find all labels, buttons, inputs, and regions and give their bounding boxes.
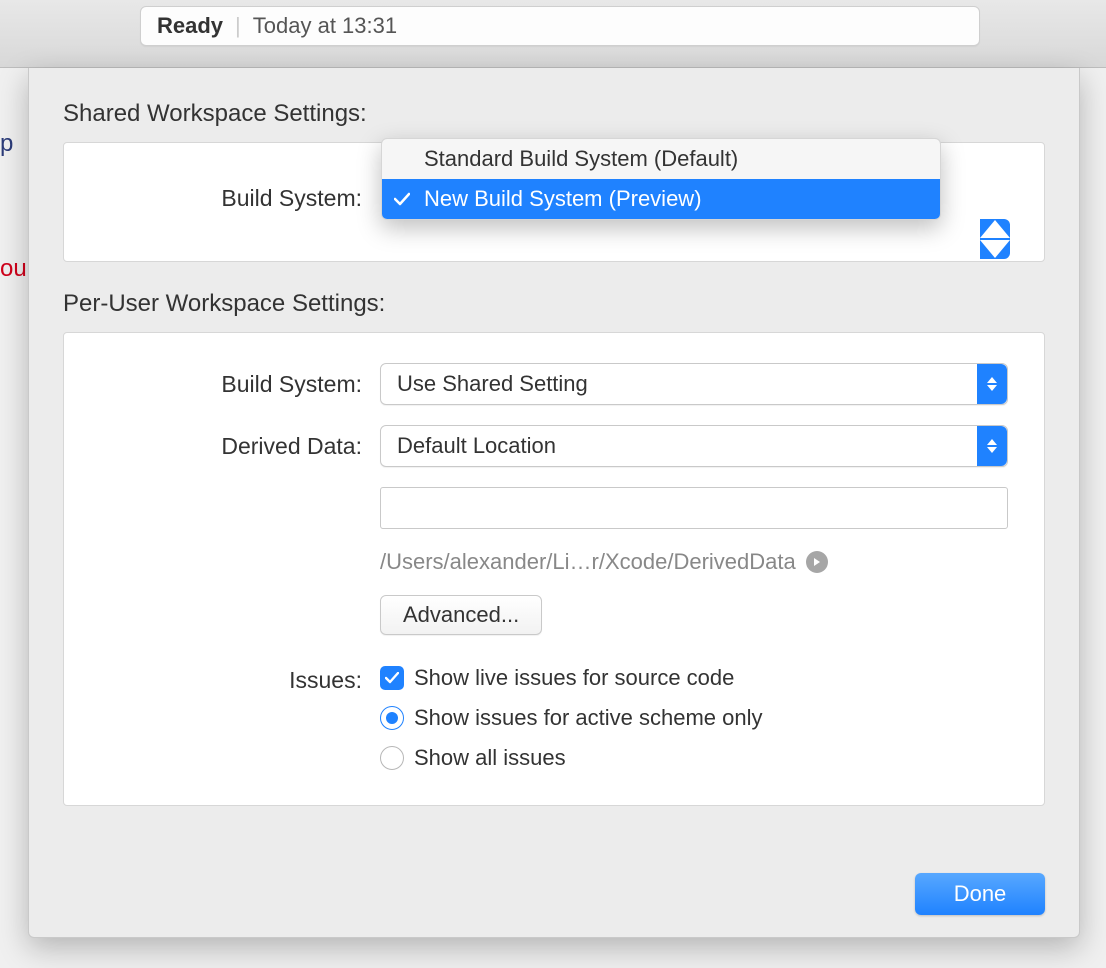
- build-system-dropdown: Standard Build System (Default) New Buil…: [381, 138, 941, 220]
- status-ready-text: Ready: [157, 13, 223, 39]
- issues-active-scheme-radio[interactable]: [380, 706, 404, 730]
- background-code-fragment: p: [0, 130, 22, 170]
- checkbox-label: Show live issues for source code: [414, 665, 734, 691]
- radio-label: Show all issues: [414, 745, 566, 771]
- menu-item-label: Standard Build System (Default): [424, 146, 738, 172]
- issues-label: Issues:: [100, 665, 380, 694]
- done-button[interactable]: Done: [915, 873, 1045, 915]
- sheet-footer: Done: [915, 873, 1045, 915]
- shared-settings-panel: Build System: Standard Build System (Def…: [63, 142, 1045, 262]
- select-arrows-icon: [977, 364, 1007, 404]
- workspace-settings-sheet: Shared Workspace Settings: Build System:…: [28, 68, 1080, 938]
- build-system-select-arrows[interactable]: [980, 219, 1010, 259]
- menu-item-label: New Build System (Preview): [424, 186, 702, 212]
- menu-item-standard-build-system[interactable]: Standard Build System (Default): [382, 139, 940, 179]
- shared-settings-header: Shared Workspace Settings:: [63, 100, 1045, 128]
- per-user-build-system-select[interactable]: Use Shared Setting: [380, 363, 1008, 405]
- button-label: Done: [954, 881, 1007, 906]
- show-live-issues-checkbox[interactable]: [380, 666, 404, 690]
- select-value: Default Location: [397, 433, 556, 459]
- radio-label: Show issues for active scheme only: [414, 705, 763, 731]
- button-label: Advanced...: [403, 602, 519, 628]
- select-value: Use Shared Setting: [397, 371, 588, 397]
- derived-data-path-text: /Users/alexander/Li…r/Xcode/DerivedData: [380, 549, 796, 575]
- derived-data-label: Derived Data:: [100, 433, 380, 460]
- advanced-button[interactable]: Advanced...: [380, 595, 542, 635]
- issues-show-all-radio[interactable]: [380, 746, 404, 770]
- per-user-settings-panel: Build System: Use Shared Setting Derived…: [63, 332, 1045, 806]
- build-system-label: Build System:: [100, 185, 380, 212]
- background-code-fragment: ou: [0, 255, 22, 295]
- derived-data-custom-path-field[interactable]: [380, 487, 1008, 529]
- activity-status-pill: Ready | Today at 13:31: [140, 6, 980, 46]
- status-time-text: Today at 13:31: [253, 13, 397, 39]
- per-user-settings-header: Per-User Workspace Settings:: [63, 290, 1045, 318]
- per-user-build-system-label: Build System:: [100, 371, 380, 398]
- status-separator: |: [235, 13, 241, 39]
- select-arrows-icon: [977, 426, 1007, 466]
- checkmark-icon: [394, 186, 410, 212]
- menu-item-new-build-system[interactable]: New Build System (Preview): [382, 179, 940, 219]
- reveal-in-finder-icon[interactable]: [806, 551, 828, 573]
- derived-data-select[interactable]: Default Location: [380, 425, 1008, 467]
